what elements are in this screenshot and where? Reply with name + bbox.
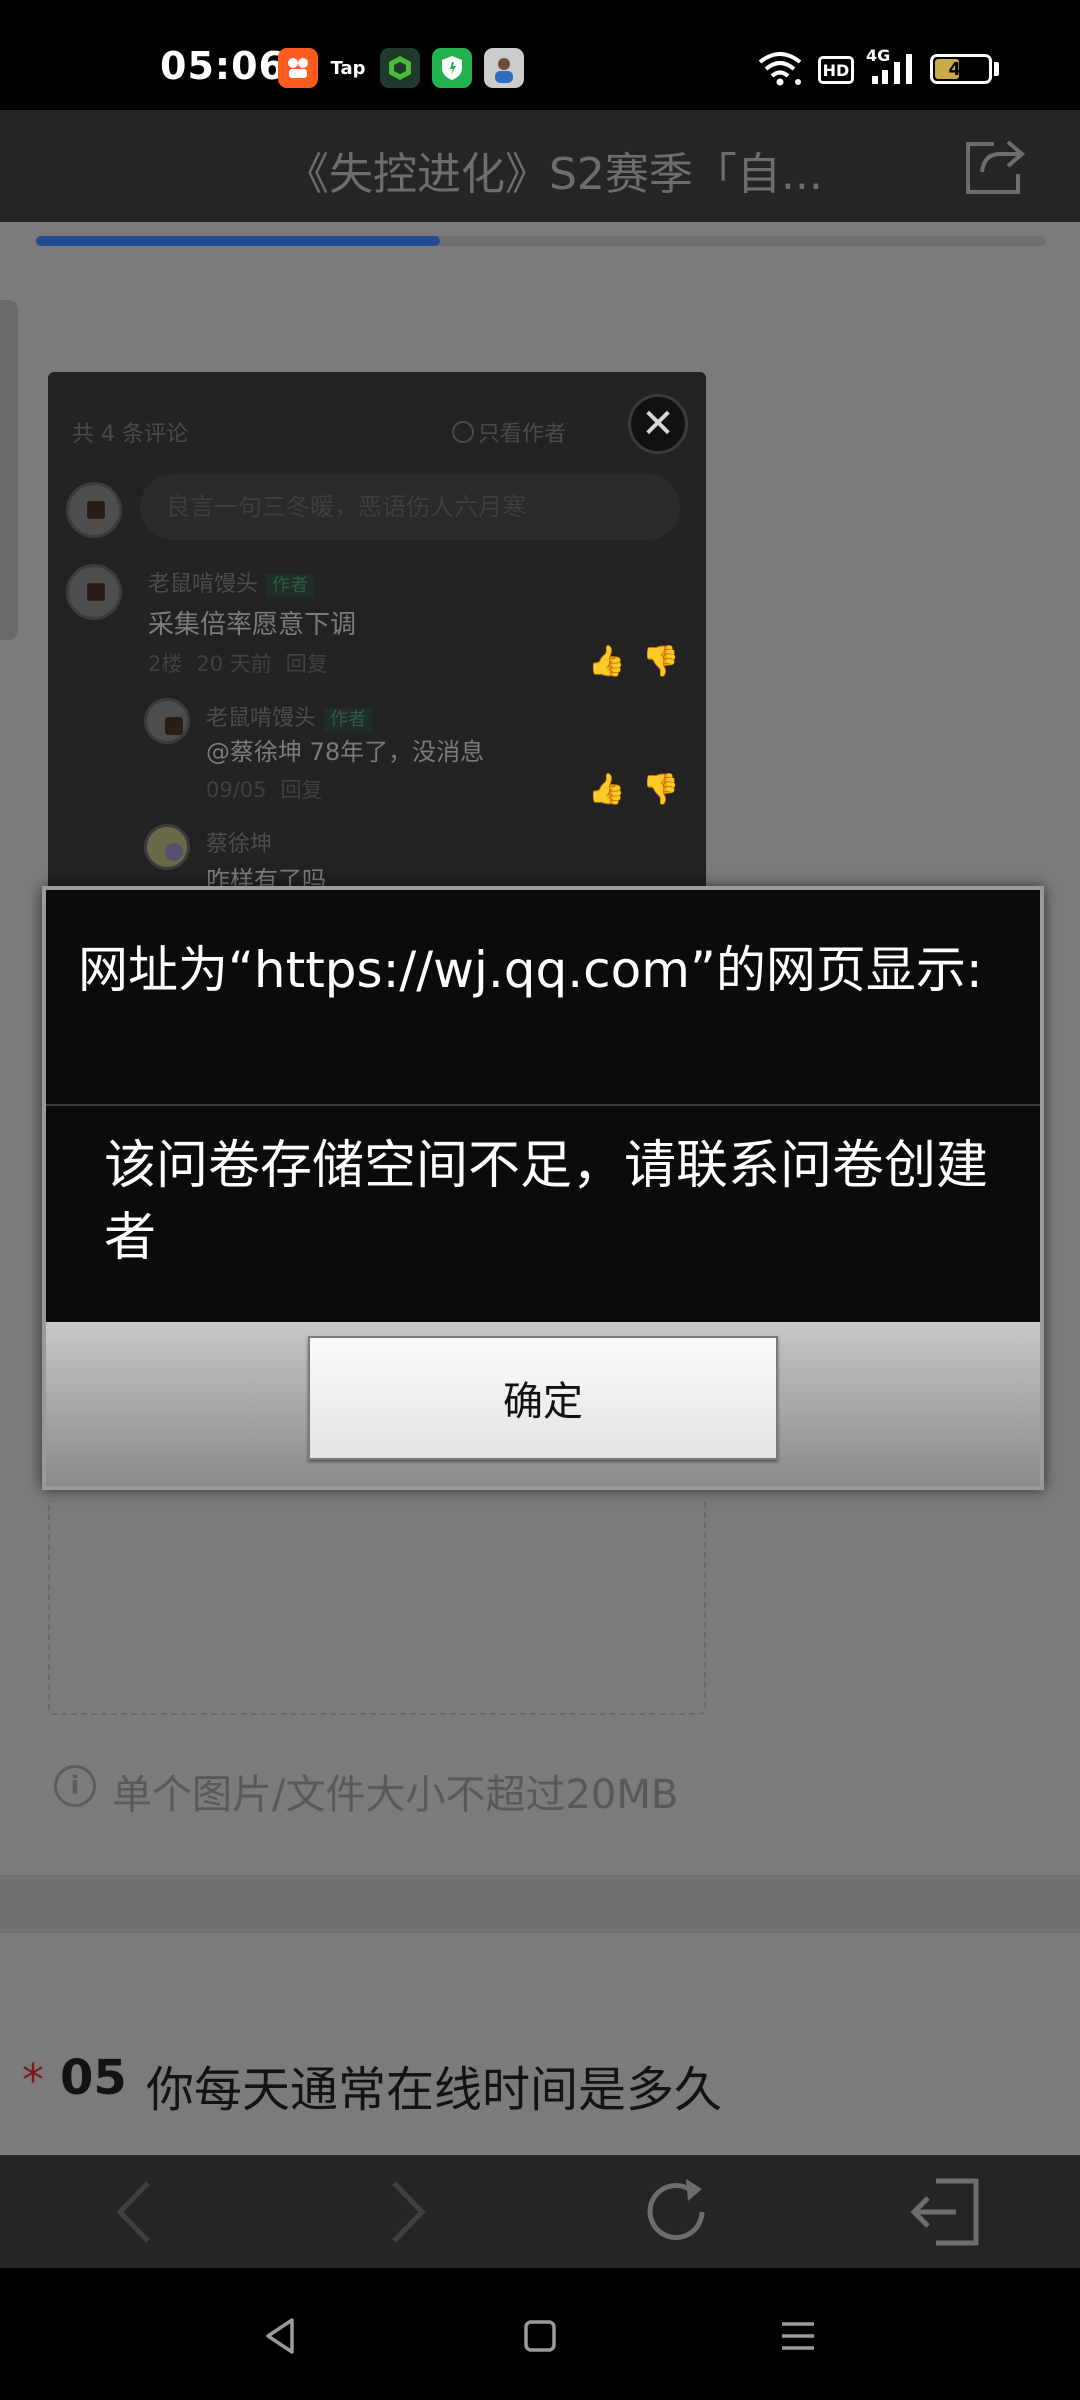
dialog-message: 该问卷存储空间不足，请联系问卷创建者: [104, 1136, 989, 1268]
hd-badge: HD: [818, 56, 854, 84]
game-shield-icon: [380, 48, 420, 88]
comment-text: @蔡徐坤 78年了，没消息: [206, 738, 485, 766]
question-number: 05: [60, 2050, 127, 2106]
upload-size-hint: 单个图片/文件大小不超过20MB: [112, 1772, 679, 1818]
comment-meta: 2楼 20 天前 回复: [148, 652, 328, 676]
close-icon[interactable]: ✕: [628, 394, 688, 454]
back-icon[interactable]: [96, 2173, 176, 2251]
alert-dialog: 网址为“https://wj.qq.com”的网页显示: 该问卷存储空间不足，请…: [42, 886, 1044, 1490]
author-tag: 作者: [324, 708, 373, 731]
signal-icon: [870, 50, 916, 91]
reply-link[interactable]: 回复: [281, 778, 323, 802]
comment-meta: 09/05 回复: [206, 778, 323, 802]
ok-button[interactable]: 确定: [308, 1336, 778, 1460]
status-bar: 05:06 Tap HD 4G 46: [0, 0, 1080, 110]
reply-link[interactable]: 回复: [286, 652, 328, 676]
dislike-icon[interactable]: 👎: [642, 644, 679, 679]
dislike-icon[interactable]: 👎: [642, 772, 679, 807]
info-icon: i: [54, 1765, 96, 1807]
required-mark: *: [22, 2055, 44, 2106]
comment-author: 老鼠啃馒头 作者: [206, 700, 373, 732]
file-upload-area[interactable]: [48, 1500, 706, 1715]
comment-count: 共 4 条评论: [72, 422, 188, 447]
avatar: [66, 482, 122, 538]
browser-title-bar: 《失控进化》S2赛季「自...: [0, 110, 1080, 222]
survey-progress-fill: [36, 236, 440, 246]
avatar: [144, 824, 190, 870]
forward-icon[interactable]: [366, 2173, 446, 2251]
nav-menu-icon[interactable]: [768, 2306, 828, 2366]
side-drawer-handle[interactable]: [0, 300, 18, 640]
status-time: 05:06: [160, 44, 286, 88]
avatar: [66, 564, 122, 620]
like-icon[interactable]: 👍: [588, 772, 625, 807]
comment-author: 蔡徐坤: [206, 832, 273, 857]
survey-progress-bar: [36, 236, 1046, 246]
dialog-divider: [46, 1104, 1040, 1106]
comment-text: 采集倍率愿意下调: [148, 610, 357, 640]
author-tag: 作者: [266, 574, 315, 597]
nav-back-icon[interactable]: [250, 2306, 310, 2366]
taptap-icon: Tap: [328, 48, 368, 88]
refresh-icon[interactable]: [636, 2173, 716, 2251]
exit-icon[interactable]: [906, 2173, 986, 2251]
section-divider: [0, 1875, 1080, 1933]
battery-level: 46: [948, 58, 974, 80]
security-shield-icon: [432, 48, 472, 88]
battery-tip: [994, 62, 999, 76]
avatar: [144, 698, 190, 744]
system-nav-bar: [0, 2268, 1080, 2400]
dialog-title: 网址为“https://wj.qq.com”的网页显示:: [78, 941, 983, 999]
only-author-toggle[interactable]: 只看作者: [452, 416, 566, 448]
battery-icon: 46: [930, 54, 992, 84]
wifi-icon: [758, 50, 802, 91]
like-icon[interactable]: 👍: [588, 644, 625, 679]
kuaishou-icon: [278, 48, 318, 88]
browser-toolbar: [0, 2155, 1080, 2268]
page-title: 《失控进化》S2赛季「自...: [285, 149, 823, 200]
comment-input[interactable]: 良言一句三冬暖，恶语伤人六月寒: [140, 474, 680, 540]
question-title: 你每天通常在线时间是多久: [146, 2062, 723, 2118]
nav-home-icon[interactable]: [510, 2306, 570, 2366]
app-avatar-icon: [484, 48, 524, 88]
comment-author: 老鼠啃馒头 作者: [148, 566, 315, 598]
share-icon[interactable]: [964, 138, 1026, 196]
dialog-button-bar: 确定: [46, 1322, 1040, 1486]
